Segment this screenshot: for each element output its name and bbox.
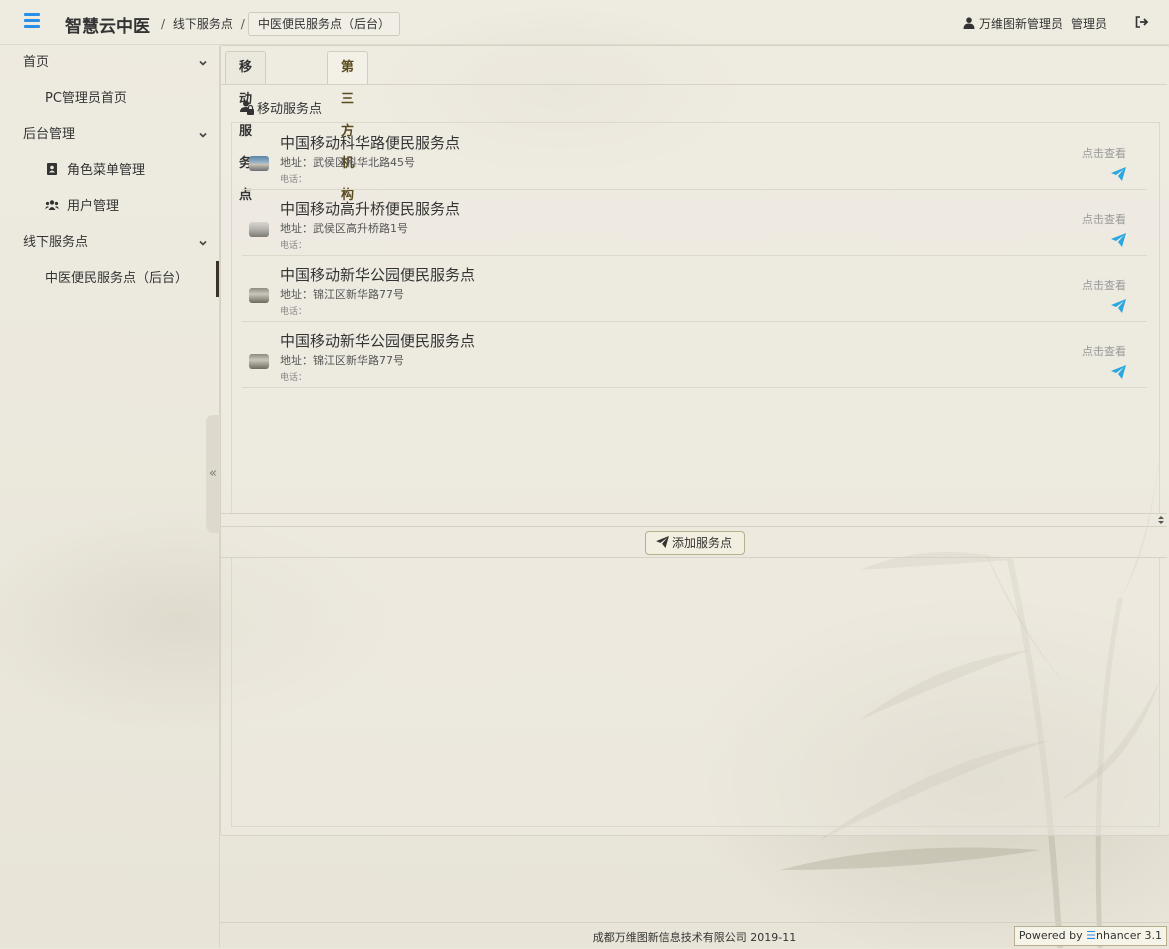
detail-area [231, 558, 1160, 827]
service-point-name: 中国移动新华公园便民服务点 [280, 266, 476, 284]
breadcrumb-parent[interactable]: 线下服务点 [173, 17, 233, 31]
top-header: 智慧云中医 / 线下服务点 / 中医便民服务点（后台） 万维图新管理员 管理员 [0, 0, 1169, 45]
chevron-down-icon [199, 240, 207, 246]
sidebar-collapse-handle[interactable]: « [206, 415, 220, 533]
service-point-address: 地址：武侯区科华北路45号 [280, 156, 415, 169]
service-point-thumbnail [249, 156, 269, 171]
tab-divider [221, 84, 1167, 85]
sidebar-item-user-management[interactable]: 用户管理 [0, 189, 219, 225]
sidebar-item-label: PC管理员首页 [45, 91, 127, 106]
tab-third-party[interactable]: 第三方机构 [327, 51, 369, 203]
service-point-phone: 电话： [280, 307, 308, 317]
breadcrumb-separator: / [161, 17, 166, 31]
tab-mobile-service-points[interactable]: 移动服务点 [225, 51, 267, 203]
view-details-link[interactable]: 点击查看 [1082, 277, 1126, 293]
service-point-phone: 电话： [280, 241, 308, 251]
resize-arrows-icon[interactable] [1157, 515, 1165, 525]
user-icon [963, 17, 975, 29]
breadcrumb-separator: / [240, 17, 245, 31]
sidebar-group-backend[interactable]: 后台管理 [0, 117, 219, 153]
sidebar-group-home[interactable]: 首页 [0, 45, 219, 81]
sidebar-item-label: 角色菜单管理 [67, 163, 146, 178]
sidebar: 首页 PC管理员首页 后台管理 角色菜单管理 用户管理 线下服务点 中医便民服务… [0, 45, 220, 948]
list-item[interactable]: 中国移动新华公园便民服务点 地址：锦江区新华路77号 电话： 点击查看 [242, 255, 1147, 322]
service-point-phone: 电话： [280, 175, 308, 185]
add-action-bar: 添加服务点 [221, 527, 1167, 558]
hamburger-icon[interactable] [24, 13, 40, 29]
powered-by-badge[interactable]: Powered by ☰nhancer 3.1 [1013, 926, 1167, 946]
user-role: 管理员 [1070, 17, 1107, 31]
list-item[interactable]: 中国移动科华路便民服务点 地址：武侯区科华北路45号 电话： 点击查看 [242, 123, 1147, 190]
powered-brand: nhancer 3.1 [1096, 929, 1162, 942]
user-name: 万维图新管理员 [978, 17, 1063, 31]
chevron-down-icon [199, 60, 207, 66]
breadcrumb-current[interactable]: 中医便民服务点（后台） [248, 12, 401, 36]
service-point-thumbnail [249, 222, 269, 237]
service-point-name: 中国移动科华路便民服务点 [280, 134, 461, 152]
add-service-point-button[interactable]: 添加服务点 [645, 531, 746, 555]
sidebar-group-label: 后台管理 [23, 127, 76, 142]
paper-plane-icon[interactable] [1111, 233, 1126, 247]
address-book-icon [47, 163, 57, 175]
sidebar-group-label: 首页 [23, 55, 50, 70]
app-title: 智慧云中医 [65, 17, 150, 37]
main-panel: 移动服务点 第三方机构 移动服务点 中国移动科华路便民服务点 地址：武侯区科华北… [220, 45, 1169, 836]
sidebar-item-pc-admin-home[interactable]: PC管理员首页 [0, 81, 219, 117]
enhancer-logo-icon: ☰ [1086, 929, 1097, 942]
service-point-name: 中国移动高升桥便民服务点 [280, 200, 461, 218]
sidebar-item-label: 用户管理 [67, 199, 120, 214]
resize-splitter[interactable] [221, 513, 1167, 527]
logout-icon[interactable] [1135, 16, 1149, 28]
paper-plane-icon[interactable] [1111, 365, 1126, 379]
paper-plane-icon [656, 536, 669, 548]
service-point-address: 地址：锦江区新华路77号 [280, 288, 404, 301]
section-heading-text: 移动服务点 [257, 102, 323, 117]
view-details-link[interactable]: 点击查看 [1082, 211, 1126, 227]
list-item[interactable]: 中国移动新华公园便民服务点 地址：锦江区新华路77号 电话： 点击查看 [242, 321, 1147, 388]
paper-plane-icon[interactable] [1111, 167, 1126, 181]
chevron-down-icon [199, 132, 207, 138]
breadcrumb: / 线下服务点 / [157, 15, 249, 32]
sidebar-item-label: 中医便民服务点（后台） [45, 271, 189, 286]
sidebar-group-label: 线下服务点 [23, 235, 89, 250]
user-lock-icon [240, 100, 254, 115]
paper-plane-icon[interactable] [1111, 299, 1126, 313]
service-point-thumbnail [249, 354, 269, 369]
service-point-address: 地址：武侯区高升桥路1号 [280, 222, 408, 235]
user-info[interactable]: 万维图新管理员 管理员 [963, 15, 1107, 32]
sidebar-group-offline-service[interactable]: 线下服务点 [0, 225, 219, 261]
service-point-thumbnail [249, 288, 269, 303]
list-item[interactable]: 中国移动高升桥便民服务点 地址：武侯区高升桥路1号 电话： 点击查看 [242, 189, 1147, 256]
sidebar-item-tcm-service-point[interactable]: 中医便民服务点（后台） [0, 261, 219, 297]
section-heading: 移动服务点 [240, 98, 322, 117]
view-details-link[interactable]: 点击查看 [1082, 145, 1126, 161]
users-icon [45, 200, 59, 210]
sidebar-item-role-menu[interactable]: 角色菜单管理 [0, 153, 219, 189]
service-point-phone: 电话： [280, 373, 308, 383]
service-point-name: 中国移动新华公园便民服务点 [280, 332, 476, 350]
service-point-address: 地址：锦江区新华路77号 [280, 354, 404, 367]
view-details-link[interactable]: 点击查看 [1082, 343, 1126, 359]
footer: 成都万维图新信息技术有限公司 2019-11 Powered by ☰nhanc… [220, 922, 1169, 949]
service-point-list: 中国移动科华路便民服务点 地址：武侯区科华北路45号 电话： 点击查看 中国移动… [231, 122, 1160, 513]
add-service-point-label: 添加服务点 [672, 536, 733, 550]
powered-prefix: Powered by [1018, 929, 1083, 942]
